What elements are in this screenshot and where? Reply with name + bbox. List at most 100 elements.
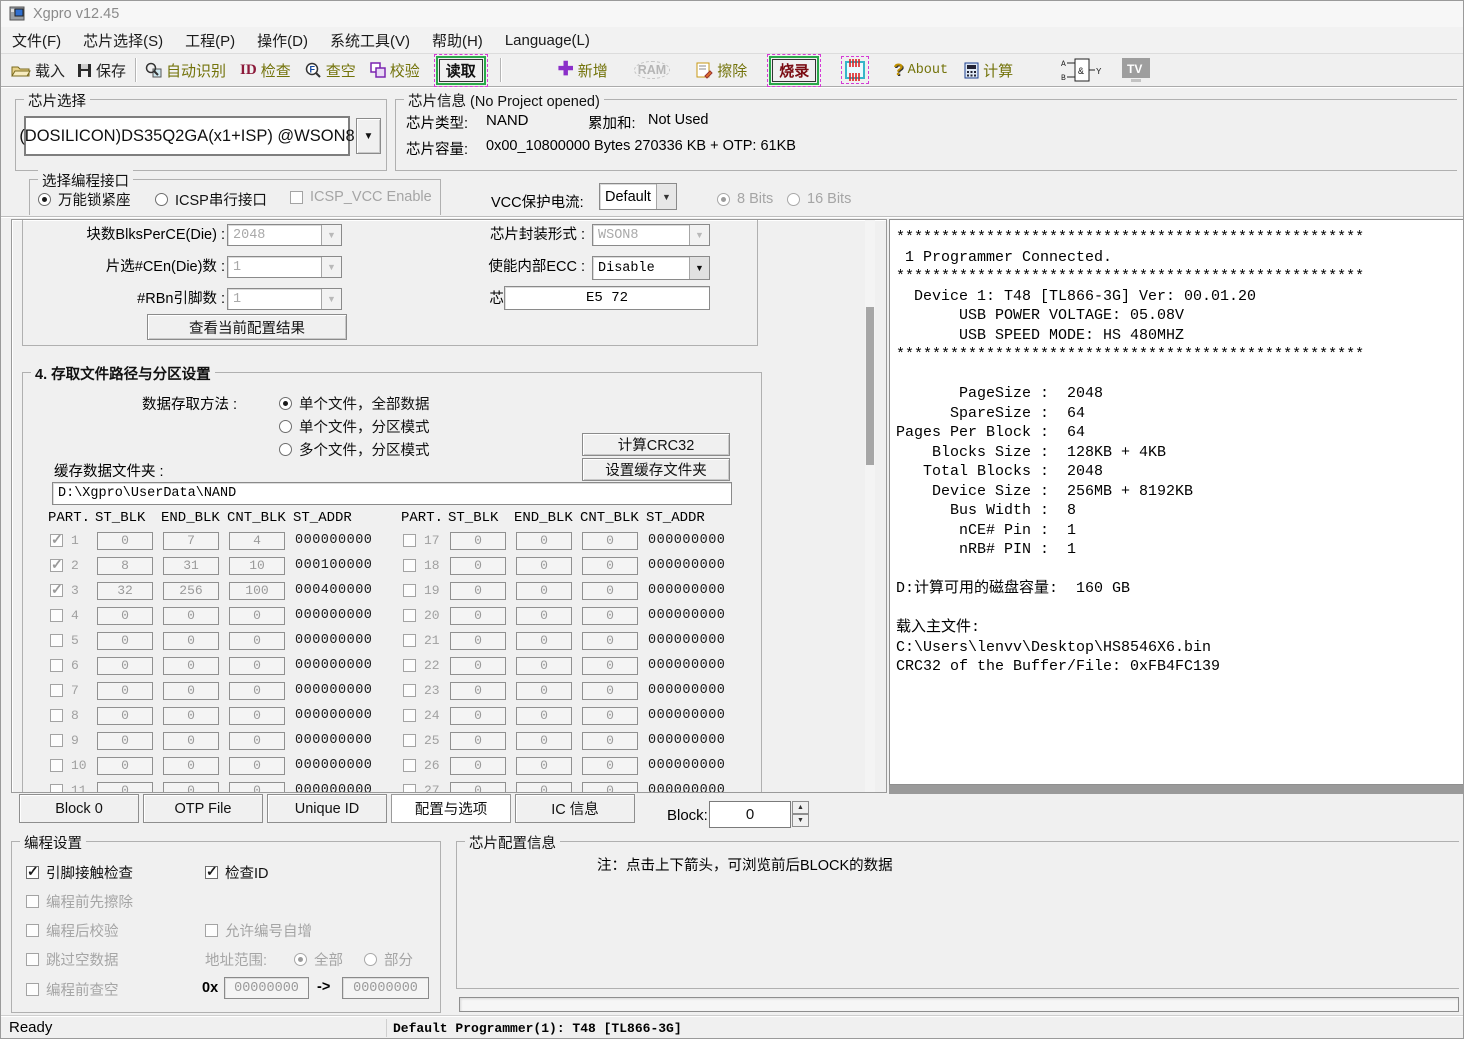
menu-item-4[interactable]: 操作(D) <box>246 30 319 51</box>
view-config-button[interactable]: 查看当前配置结果 <box>147 314 347 340</box>
ram-icon: RAM <box>634 61 670 79</box>
radio-icon <box>279 420 292 433</box>
save-icon <box>77 63 92 78</box>
checkbox-icon <box>26 924 39 937</box>
ecc-combo[interactable]: Disable ▼ <box>592 256 710 280</box>
check-id-checkbox[interactable]: 检查ID <box>205 862 269 883</box>
menu-item-6[interactable]: 帮助(H) <box>421 30 494 51</box>
new-button[interactable]: ✚ 新增 <box>558 60 608 81</box>
multi-file-part-radio[interactable]: 多个文件，分区模式 <box>279 439 430 460</box>
menu-item-7[interactable]: Language(L) <box>494 32 601 49</box>
partition-st-addr-6: 000000000 <box>295 658 372 673</box>
vcc-protect-combo[interactable]: Default ▼ <box>599 183 677 210</box>
read-button[interactable]: 读取 <box>436 56 486 85</box>
vcc-protect-label: VCC保护电流: <box>491 191 584 212</box>
about-button[interactable]: ? About <box>893 60 948 80</box>
partition-st-addr-27: 000000000 <box>648 783 725 793</box>
tab-otp-file[interactable]: OTP File <box>143 794 263 823</box>
block-label: Block: <box>667 807 708 824</box>
tab-block0[interactable]: Block 0 <box>19 794 139 823</box>
chip-select-combo[interactable]: (DOSILICON)DS35Q2GA(x1+ISP) @WSON8 <box>24 116 350 156</box>
tab-config-options[interactable]: 配置与选项 <box>391 794 511 823</box>
menu-item-5[interactable]: 系统工具(V) <box>319 30 421 51</box>
partition-number: 7 <box>71 683 91 698</box>
load-button[interactable]: 载入 <box>11 60 65 81</box>
auto-identify-button[interactable]: 自动识别 <box>145 60 226 81</box>
partition-end-blk-field-3: 256 <box>163 582 219 600</box>
partition-enable-checkbox-25 <box>403 734 416 747</box>
rbn-count-combo: 1 ▼ <box>227 288 342 310</box>
partition-cnt-blk-field-10: 0 <box>229 757 285 775</box>
save-button[interactable]: 保存 <box>77 60 126 81</box>
partition-col-part: PART. <box>48 510 95 526</box>
logic-gate-button[interactable]: A B & Y <box>1061 57 1103 83</box>
icsp-radio[interactable]: ICSP串行接口 <box>155 189 267 210</box>
block-spin-down-button[interactable]: ▼ <box>792 814 809 827</box>
menu-item-2[interactable]: 芯片选择(S) <box>72 30 174 51</box>
capacity-value: 0x00_10800000 Bytes 270336 KB + OTP: 61K… <box>486 138 796 154</box>
menu-item-1[interactable]: 文件(F) <box>1 30 72 51</box>
calc-button[interactable]: 计算 <box>964 60 1013 81</box>
socket-radio[interactable]: 万能锁紧座 <box>38 189 131 210</box>
chip-id-field[interactable]: E5 72 <box>504 286 710 310</box>
chip-icon <box>843 58 867 82</box>
blank-check-button[interactable]: F 查空 <box>305 60 356 81</box>
question-icon: ? <box>893 60 903 80</box>
verify-label: 校验 <box>390 60 420 81</box>
svg-text:B: B <box>1061 74 1066 83</box>
toolbar: 载入 保存 自动识别 ID 检查 F <box>1 54 1463 87</box>
partition-st-blk-field-1: 0 <box>97 532 153 550</box>
partition-row-20: 20000000000000 <box>401 603 746 628</box>
tab-otp-file-label: OTP File <box>175 801 232 817</box>
logic-gate-icon: A B & Y <box>1061 57 1103 83</box>
single-file-all-radio[interactable]: 单个文件，全部数据 <box>279 393 430 414</box>
partition-st-blk-field-2: 8 <box>97 557 153 575</box>
partition-enable-checkbox-10 <box>50 759 63 772</box>
partition-enable-checkbox-22 <box>403 659 416 672</box>
partition-end-blk-field-22: 0 <box>516 657 572 675</box>
partition-col-staddr: ST_ADDR <box>646 510 736 526</box>
burn-button[interactable]: 烧录 <box>769 56 819 85</box>
partition-number: 19 <box>424 583 444 598</box>
tv-button[interactable]: TV <box>1121 57 1151 83</box>
partition-enable-checkbox-23 <box>403 684 416 697</box>
single-file-all-label: 单个文件，全部数据 <box>299 393 430 414</box>
partition-st-blk-field-6: 0 <box>97 657 153 675</box>
partition-cnt-blk-field-26: 0 <box>582 757 638 775</box>
menu-item-3[interactable]: 工程(P) <box>174 30 246 51</box>
pin-contact-check-checkbox[interactable]: 引脚接触检查 <box>26 862 133 883</box>
ecc-value: Disable <box>593 257 689 279</box>
partition-row-8: 8000000000000 <box>48 703 393 728</box>
partition-cnt-blk-field-7: 0 <box>229 682 285 700</box>
single-file-part-radio[interactable]: 单个文件，分区模式 <box>279 416 430 437</box>
block-spin-up-button[interactable]: ▲ <box>792 801 809 814</box>
cache-folder-path[interactable]: D:\Xgpro\UserData\NAND <box>52 482 732 505</box>
interface-group: 选择编程接口 万能锁紧座 ICSP串行接口 ICSP_VCC Enable <box>29 179 441 215</box>
partition-number: 24 <box>424 708 444 723</box>
partition-number: 3 <box>71 583 91 598</box>
horizontal-scrollbar[interactable] <box>889 785 1464 794</box>
partition-col-cntblk: CNT_BLK <box>580 510 646 526</box>
check-button[interactable]: ID 检查 <box>240 60 291 81</box>
partition-st-blk-field-22: 0 <box>450 657 506 675</box>
erase-button[interactable]: 擦除 <box>696 60 747 81</box>
set-cache-folder-button[interactable]: 设置缓存文件夹 <box>582 458 730 481</box>
chip-select-group: 芯片选择 (DOSILICON)DS35Q2GA(x1+ISP) @WSON8 … <box>15 99 387 171</box>
partition-st-addr-23: 000000000 <box>648 683 725 698</box>
app-icon <box>9 6 27 22</box>
ce-count-label: 片选#CEn(Die)数 : <box>106 255 225 276</box>
tab-ic-info[interactable]: IC 信息 <box>515 794 635 823</box>
toolbar-separator <box>135 58 136 82</box>
partition-col-endblk: END_BLK <box>161 510 227 526</box>
vertical-scrollbar[interactable] <box>865 220 875 792</box>
calc-crc32-button[interactable]: 计算CRC32 <box>582 433 730 456</box>
chip-test-button[interactable] <box>843 58 867 82</box>
chip-select-dropdown-button[interactable]: ▼ <box>356 118 381 154</box>
partition-end-blk-field-20: 0 <box>516 607 572 625</box>
partition-st-blk-field-17: 0 <box>450 532 506 550</box>
tab-unique-id[interactable]: Unique ID <box>267 794 387 823</box>
verify-button[interactable]: 校验 <box>370 60 420 81</box>
scrollbar-thumb[interactable] <box>866 307 874 465</box>
block-number-field[interactable]: 0 <box>709 801 791 828</box>
rbn-count-label: #RBn引脚数 : <box>137 287 225 308</box>
